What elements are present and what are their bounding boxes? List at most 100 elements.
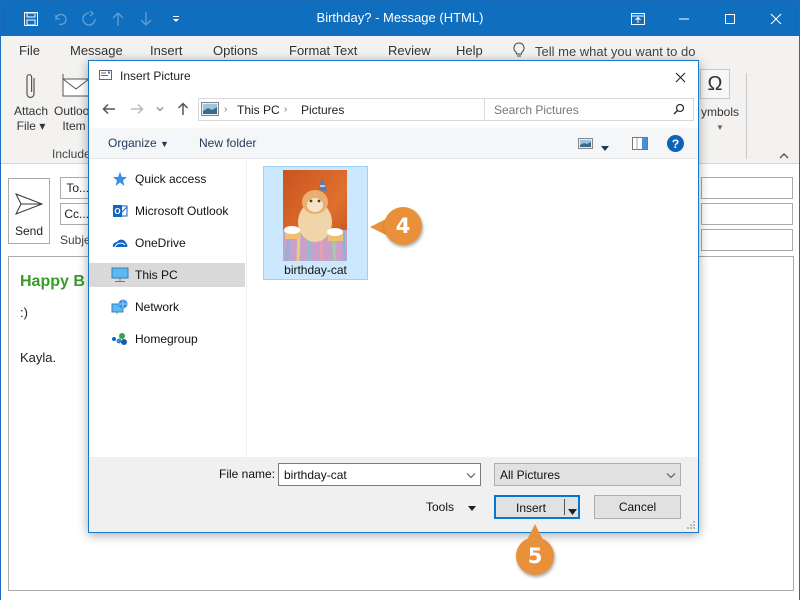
file-name-dropdown-icon[interactable] xyxy=(466,468,476,482)
nav-item-homegroup[interactable]: Homegroup xyxy=(89,327,245,351)
message-signature: Kayla. xyxy=(20,350,57,365)
nav-item-label: This PC xyxy=(135,268,178,282)
file-name-label: birthday-cat xyxy=(284,263,347,277)
organize-dropdown-icon: ▼ xyxy=(160,139,169,149)
tab-file[interactable]: File xyxy=(19,43,40,58)
star-icon xyxy=(111,170,129,188)
search-placeholder: Search Pictures xyxy=(494,103,579,117)
attach-file-label-1: Attach xyxy=(13,104,49,118)
tools-dropdown-icon xyxy=(468,500,477,514)
subject-field[interactable] xyxy=(701,229,793,251)
tab-help[interactable]: Help xyxy=(456,43,483,58)
resize-grip-icon[interactable] xyxy=(687,521,695,529)
send-label: Send xyxy=(14,224,44,238)
nav-item-quick-access[interactable]: Quick access xyxy=(89,167,245,191)
dialog-footer: File name: birthday-cat All Pictures Too… xyxy=(89,457,698,532)
back-arrow-icon[interactable] xyxy=(99,99,119,119)
svg-text:O: O xyxy=(114,207,120,216)
insert-picture-dialog: Insert Picture › This PC › Pictures Sear… xyxy=(88,60,699,533)
file-name-input[interactable]: birthday-cat xyxy=(278,463,481,486)
symbols-button[interactable]: ymbols ▼ xyxy=(698,105,742,135)
tab-options[interactable]: Options xyxy=(213,43,258,58)
symbols-dropdown-icon: ▼ xyxy=(716,123,724,132)
tools-label: Tools xyxy=(426,500,455,514)
nav-item-microsoft-outlook[interactable]: O Microsoft Outlook xyxy=(89,199,245,223)
insert-split-divider xyxy=(564,499,565,515)
nav-item-label: Microsoft Outlook xyxy=(135,204,229,218)
view-dropdown-icon[interactable] xyxy=(601,140,609,154)
step-5-callout: 5 xyxy=(516,537,554,575)
command-bar: Organize ▼ New folder ? xyxy=(89,128,698,159)
change-view-icon[interactable] xyxy=(578,138,593,152)
tab-review[interactable]: Review xyxy=(388,43,431,58)
minimize-icon[interactable] xyxy=(661,1,707,36)
paperclip-icon xyxy=(11,72,51,104)
help-icon[interactable]: ? xyxy=(667,135,684,152)
attach-file-button[interactable]: Attach File ▾ xyxy=(11,72,51,134)
insert-button[interactable]: Insert xyxy=(494,495,580,519)
preview-pane-icon[interactable] xyxy=(632,137,648,153)
search-input[interactable]: Search Pictures xyxy=(484,98,694,121)
ribbon-separator xyxy=(746,73,747,159)
new-folder-button[interactable]: New folder xyxy=(199,136,256,150)
message-line: :) xyxy=(20,305,28,320)
close-icon[interactable] xyxy=(753,1,799,36)
message-greeting: Happy B xyxy=(20,273,85,290)
include-group-label: Include xyxy=(52,147,91,161)
up-folder-icon[interactable] xyxy=(175,99,191,119)
tab-format-text[interactable]: Format Text xyxy=(289,43,357,58)
nav-item-label: Network xyxy=(135,300,180,314)
maximize-icon[interactable] xyxy=(707,1,753,36)
file-name-field-label: File name: xyxy=(219,467,276,481)
file-type-dropdown-icon[interactable] xyxy=(666,468,676,482)
breadcrumb-separator-icon: › xyxy=(224,104,228,115)
homegroup-icon xyxy=(111,330,129,348)
symbols-label: ymbols xyxy=(700,105,739,119)
send-button[interactable]: Send xyxy=(8,178,50,244)
file-type-value: All Pictures xyxy=(500,468,561,482)
breadcrumb-this-pc[interactable]: This PC xyxy=(237,103,280,117)
tools-button[interactable]: Tools xyxy=(426,500,477,514)
birthday-cat-thumbnail xyxy=(283,170,347,261)
outlook-icon: O xyxy=(111,202,129,220)
navigation-pane: Quick access O Microsoft Outlook OneDriv… xyxy=(89,159,247,457)
dialog-title-bar: Insert Picture xyxy=(99,69,191,83)
collapse-ribbon-icon[interactable] xyxy=(779,148,789,162)
dialog-window-icon xyxy=(99,69,112,83)
breadcrumb-pictures[interactable]: Pictures xyxy=(301,103,344,117)
pictures-folder-icon xyxy=(201,102,219,119)
organize-button[interactable]: Organize ▼ xyxy=(108,136,169,150)
file-list: birthday-cat xyxy=(248,159,698,457)
insert-label: Insert xyxy=(516,501,547,515)
tab-insert[interactable]: Insert xyxy=(150,43,183,58)
tell-me-text: Tell me what you want to do xyxy=(535,44,696,59)
tab-message[interactable]: Message xyxy=(70,43,123,58)
ribbon-display-icon[interactable] xyxy=(615,1,661,36)
nav-item-this-pc[interactable]: This PC xyxy=(89,263,245,287)
file-name-value: birthday-cat xyxy=(284,468,347,482)
attach-file-label-2: File ▾ xyxy=(16,119,46,133)
file-type-select[interactable]: All Pictures xyxy=(494,463,681,486)
computer-icon xyxy=(111,266,129,284)
forward-arrow-icon[interactable] xyxy=(127,99,147,119)
nav-item-label: Quick access xyxy=(135,172,207,186)
breadcrumb-separator-icon: › xyxy=(284,104,288,115)
dialog-title: Insert Picture xyxy=(120,69,191,83)
nav-item-network[interactable]: Network xyxy=(89,295,245,319)
dialog-close-icon[interactable] xyxy=(666,65,694,89)
cancel-button[interactable]: Cancel xyxy=(594,495,681,519)
step-4-callout: 4 xyxy=(384,207,422,245)
recent-locations-icon[interactable] xyxy=(153,99,167,119)
send-icon xyxy=(9,193,49,218)
title-bar: Birthday? - Message (HTML) xyxy=(1,1,799,36)
cloud-icon xyxy=(111,234,129,252)
search-icon[interactable] xyxy=(673,103,685,118)
cc-field[interactable] xyxy=(701,203,793,225)
to-field[interactable] xyxy=(701,177,793,199)
nav-item-onedrive[interactable]: OneDrive xyxy=(89,231,245,255)
omega-icon[interactable]: Ω xyxy=(700,69,730,99)
insert-dropdown-icon[interactable] xyxy=(568,504,577,518)
nav-item-label: Homegroup xyxy=(135,332,198,346)
tell-me-search[interactable]: Tell me what you want to do xyxy=(513,42,695,61)
file-item-birthday-cat[interactable]: birthday-cat xyxy=(263,166,368,280)
